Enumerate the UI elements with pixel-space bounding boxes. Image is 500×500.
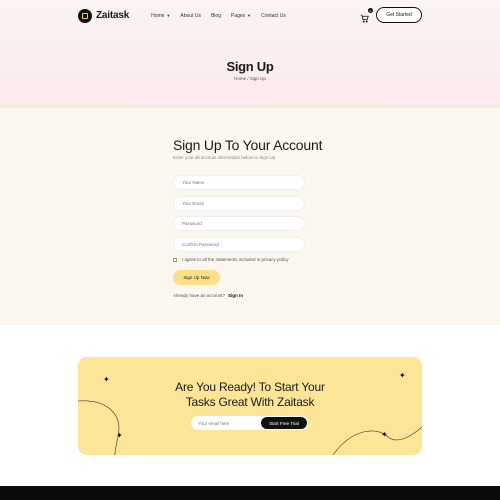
confirm-password-field[interactable]: Confirm Password [173, 237, 305, 252]
form-title: Sign Up To Your Account [173, 137, 323, 153]
form-subtitle: Enter your all account information below… [173, 155, 277, 160]
nav-item-contact[interactable]: Contact Us [261, 13, 286, 19]
newsletter-form: Start Free Trial [191, 416, 308, 430]
sign-in-link[interactable]: Sign In [228, 293, 243, 298]
chevron-down-icon: ▼ [166, 13, 171, 18]
brand-logo[interactable]: Zaitask [78, 8, 130, 23]
get-started-button[interactable]: Get Started [376, 7, 422, 23]
sparkle-icon: ✦ [399, 371, 406, 380]
nav-item-pages[interactable]: Pages ▼ [231, 13, 251, 19]
sign-up-now-button[interactable]: Sign Up Now [173, 270, 220, 285]
agree-row: I agree to all the statements included i… [173, 257, 289, 262]
brand-name: Zaitask [96, 10, 130, 21]
top-navigation: Zaitask Home ▼ About Us Blog Pages ▼ Con… [78, 7, 422, 24]
breadcrumb: Home / Sign Up [234, 76, 266, 81]
sparkle-icon: ✦ [381, 430, 388, 439]
chevron-down-icon: ▼ [247, 13, 252, 18]
cart-button[interactable]: 0 [360, 8, 373, 23]
nav-item-blog[interactable]: Blog [211, 13, 221, 19]
logo-icon [78, 8, 92, 23]
email-field[interactable]: Your Email [173, 196, 305, 211]
cta-title: Are You Ready! To Start Your Tasks Great… [175, 380, 325, 409]
agree-label: I agree to all the statements included i… [182, 257, 289, 262]
main-menu: Home ▼ About Us Blog Pages ▼ Contact Us [151, 13, 286, 19]
sparkle-icon: ✦ [116, 431, 123, 440]
email-input[interactable] [191, 420, 261, 426]
start-free-trial-button[interactable]: Start Free Trial [261, 417, 307, 429]
signin-prompt: Already have an account? [173, 293, 226, 298]
password-field[interactable]: Password [173, 216, 305, 231]
nav-item-home[interactable]: Home ▼ [151, 13, 170, 19]
signin-row: Already have an account? Sign In [173, 293, 243, 298]
agree-checkbox[interactable] [173, 257, 177, 262]
footer [0, 486, 500, 500]
cart-icon [360, 14, 369, 23]
nav-item-about[interactable]: About Us [180, 13, 201, 19]
cart-count-badge: 0 [368, 8, 373, 13]
page-title: Sign Up [226, 59, 274, 74]
name-field[interactable]: Your Name [173, 175, 305, 190]
